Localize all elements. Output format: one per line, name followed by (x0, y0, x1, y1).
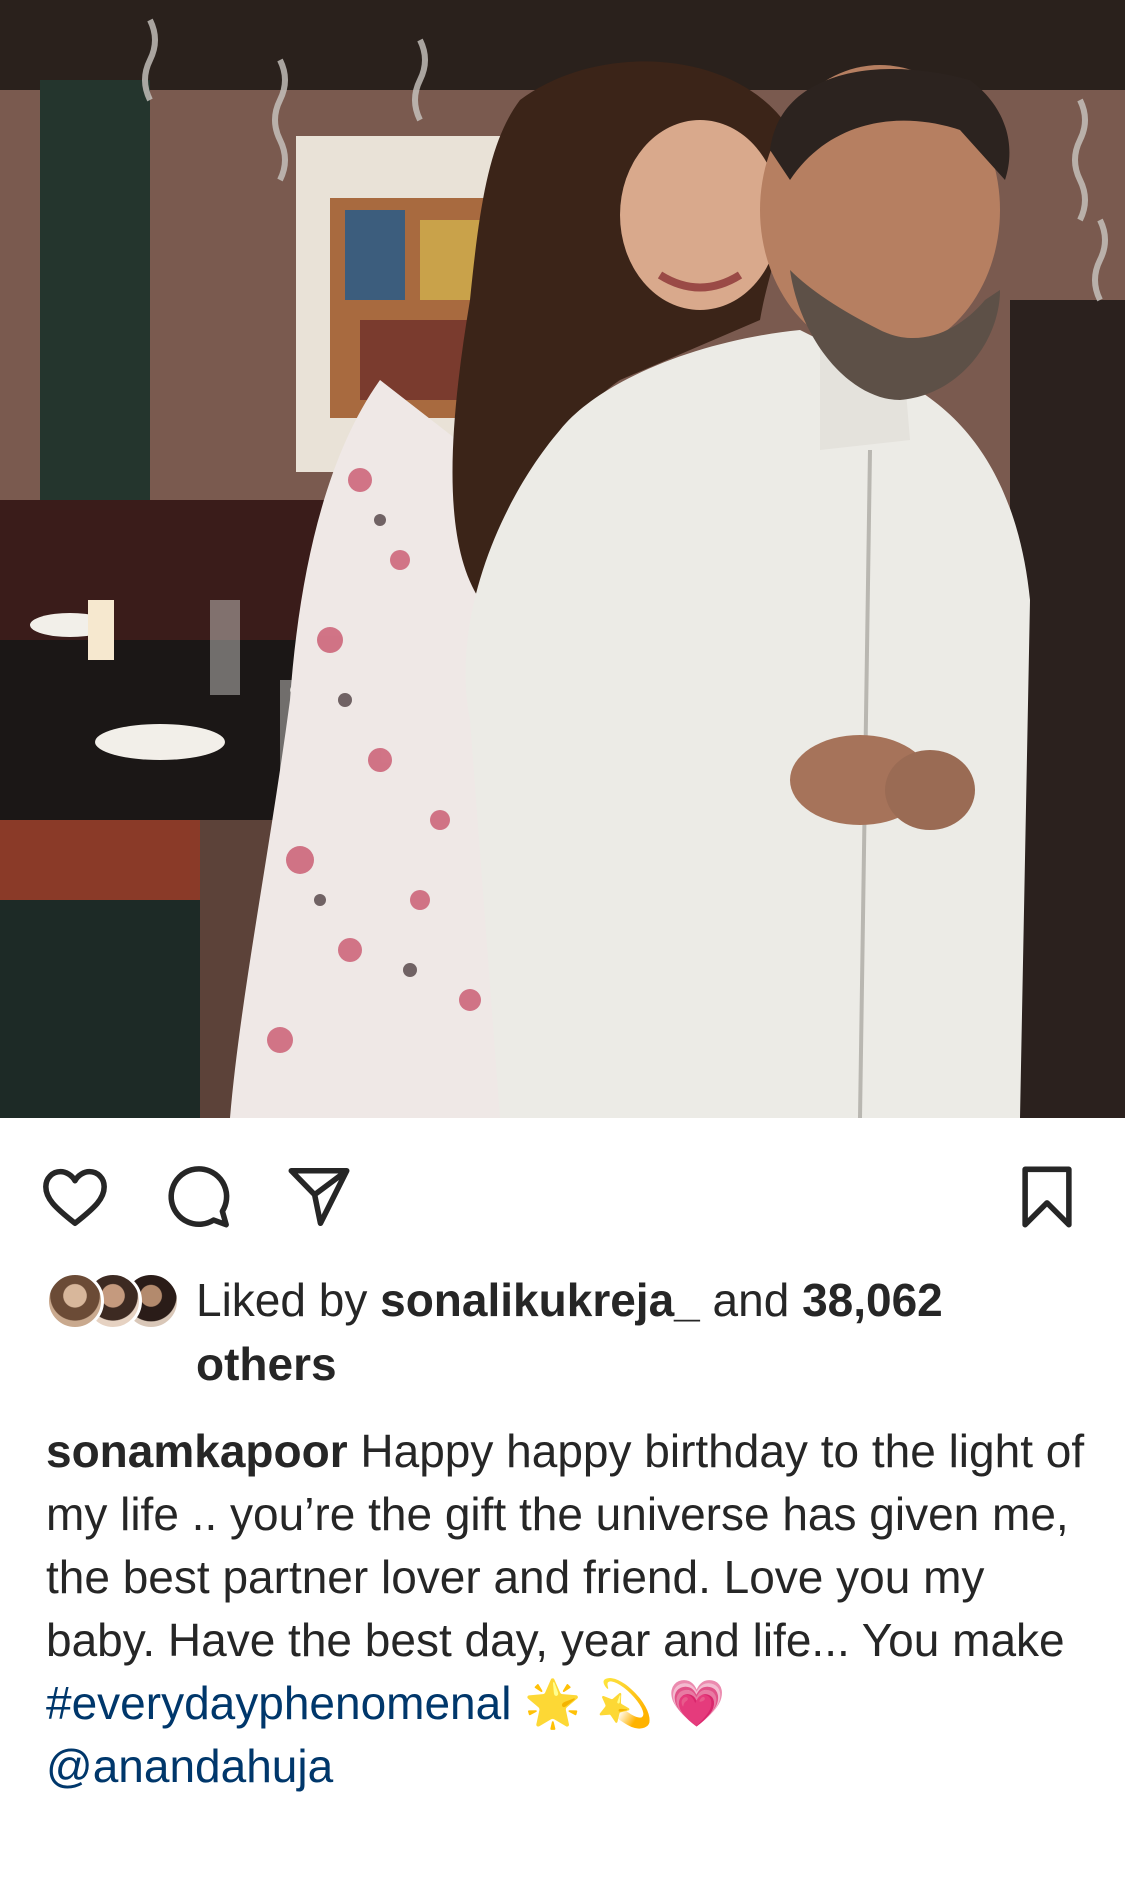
post-actions (0, 1118, 1125, 1260)
save-button[interactable] (1010, 1160, 1084, 1234)
liker-username[interactable]: sonalikukreja_ (380, 1274, 700, 1326)
likes-prefix: Liked by (196, 1274, 368, 1326)
likes-and: and (712, 1274, 790, 1326)
post-photo-illustration (0, 0, 1125, 1118)
caption-hashtag[interactable]: #everydayphenomenal (46, 1677, 511, 1729)
caption-mention[interactable]: @anandahuja (46, 1740, 333, 1792)
caption-emojis: 🌟 💫 💗 (524, 1676, 726, 1730)
heart-icon (43, 1168, 107, 1227)
bookmark-icon (1022, 1166, 1072, 1228)
post-photo[interactable] (0, 0, 1125, 1118)
likes-summary: Liked by sonalikukreja_ and 38,062 other… (46, 1268, 1086, 1398)
liker-avatars[interactable] (46, 1272, 181, 1332)
comment-icon (168, 1166, 230, 1228)
likes-suffix: others (196, 1338, 337, 1390)
avatar (46, 1272, 104, 1330)
likes-text: Liked by sonalikukreja_ and 38,062 other… (196, 1268, 1096, 1396)
caption-username[interactable]: sonamkapoor (46, 1425, 348, 1477)
comment-button[interactable] (160, 1160, 234, 1234)
share-button[interactable] (282, 1160, 356, 1234)
post-caption: sonamkapoor Happy happy birthday to the … (46, 1420, 1086, 1798)
like-button[interactable] (38, 1160, 112, 1234)
likes-count: 38,062 (802, 1274, 943, 1326)
paper-plane-icon (288, 1167, 350, 1227)
